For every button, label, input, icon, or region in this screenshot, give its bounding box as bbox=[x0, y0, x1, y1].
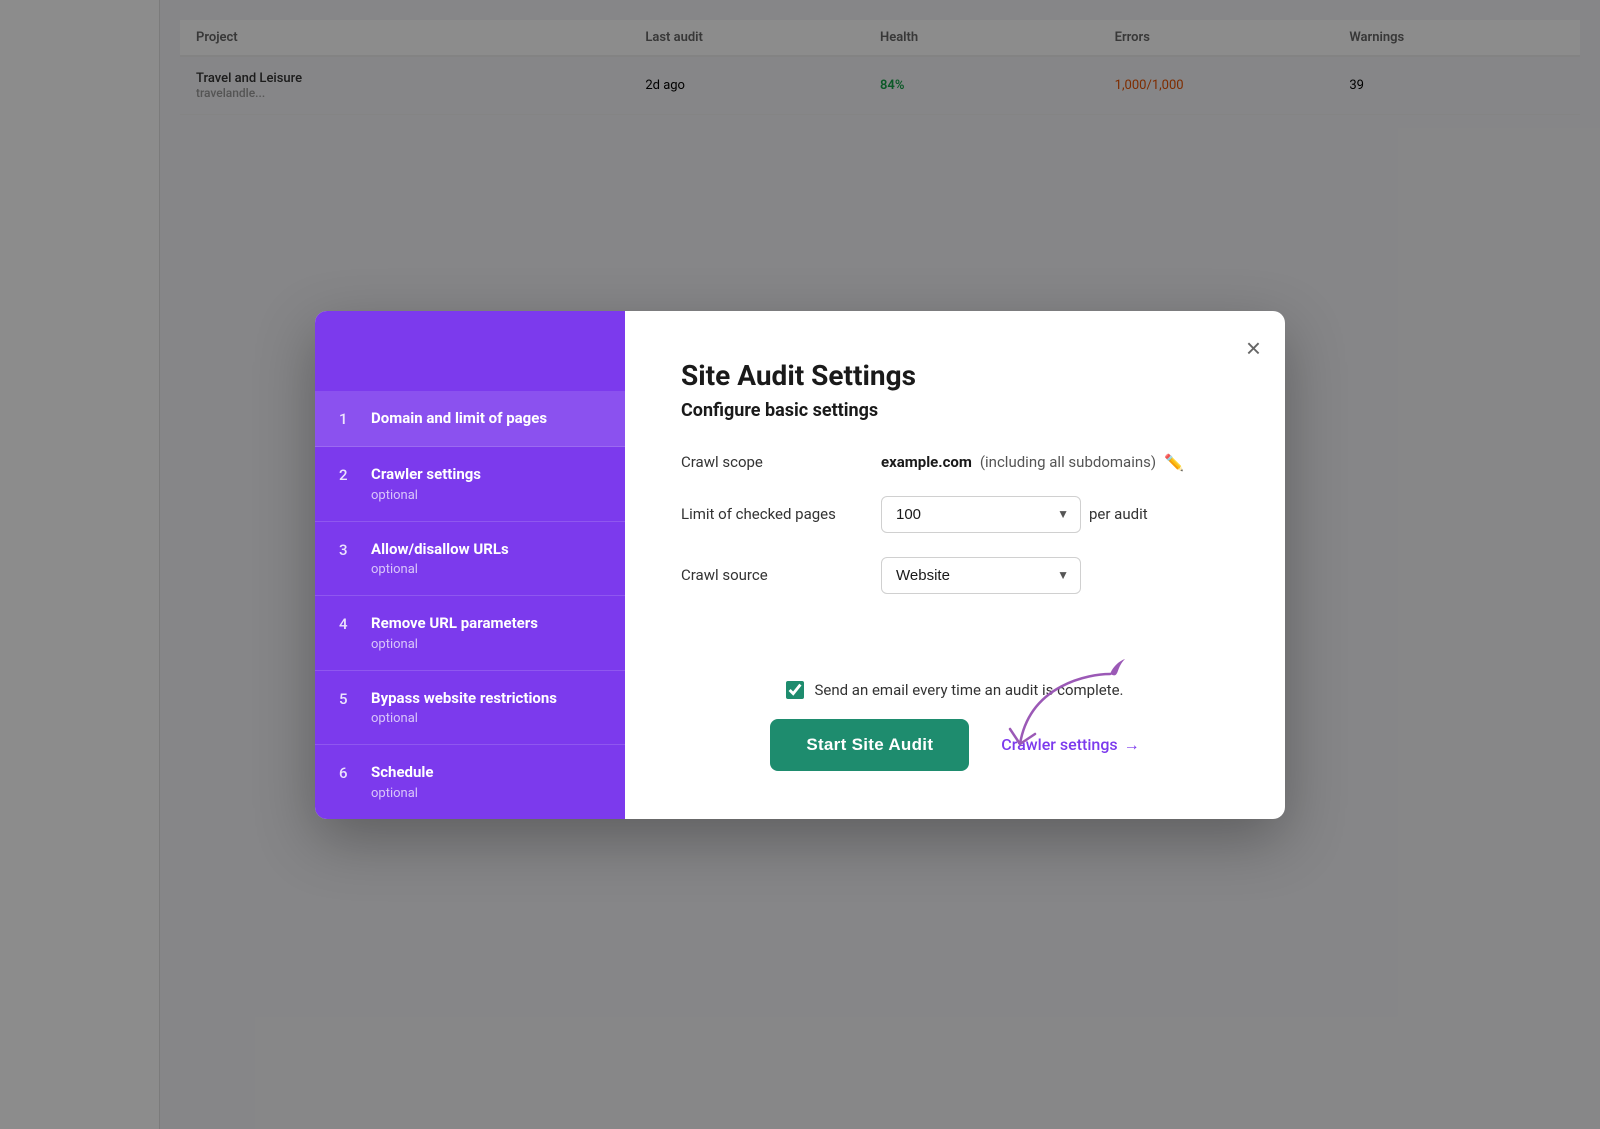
modal-subtitle: Configure basic settings bbox=[681, 400, 1229, 421]
sidebar-step-2[interactable]: 2 Crawler settings optional bbox=[315, 447, 625, 522]
modal-footer: Send an email every time an audit is com… bbox=[681, 641, 1229, 771]
limit-pages-value: 100 500 1000 5000 10000 20000 50000 1000… bbox=[881, 496, 1148, 533]
crawl-scope-label: Crawl scope bbox=[681, 453, 861, 471]
per-audit-label: per audit bbox=[1089, 505, 1148, 523]
crawl-scope-row: Crawl scope example.com (including all s… bbox=[681, 453, 1229, 472]
sidebar-step-3[interactable]: 3 Allow/disallow URLs optional bbox=[315, 522, 625, 597]
sidebar-step-4[interactable]: 4 Remove URL parameters optional bbox=[315, 596, 625, 671]
crawler-settings-link-text: Crawler settings bbox=[1001, 735, 1117, 754]
email-notification-row: Send an email every time an audit is com… bbox=[681, 681, 1229, 699]
limit-pages-label: Limit of checked pages bbox=[681, 505, 861, 523]
modal-title: Site Audit Settings bbox=[681, 359, 1229, 392]
crawl-scope-value: example.com (including all subdomains) ✏… bbox=[881, 453, 1184, 472]
site-audit-settings-modal: 1 Domain and limit of pages 2 Crawler se… bbox=[315, 311, 1285, 819]
start-site-audit-button[interactable]: Start Site Audit bbox=[770, 719, 969, 771]
crawler-settings-arrow-icon: → bbox=[1124, 735, 1140, 755]
footer-actions: Start Site Audit Crawler settings → bbox=[681, 719, 1229, 771]
limit-select[interactable]: 100 500 1000 5000 10000 20000 50000 1000… bbox=[881, 496, 1081, 533]
crawler-settings-link[interactable]: Crawler settings → bbox=[1001, 735, 1139, 755]
limit-pages-row: Limit of checked pages 100 500 1000 5000… bbox=[681, 496, 1229, 533]
email-notification-checkbox[interactable] bbox=[786, 681, 804, 699]
limit-select-wrapper: 100 500 1000 5000 10000 20000 50000 1000… bbox=[881, 496, 1081, 533]
edit-crawl-scope-icon[interactable]: ✏️ bbox=[1164, 453, 1184, 472]
sidebar-step-1[interactable]: 1 Domain and limit of pages bbox=[315, 391, 625, 448]
sidebar-step-6[interactable]: 6 Schedule optional bbox=[315, 745, 625, 819]
close-button[interactable]: × bbox=[1246, 335, 1261, 361]
modal-overlay: 1 Domain and limit of pages 2 Crawler se… bbox=[0, 0, 1600, 1129]
crawl-source-value: Website Sitemap Website and Sitemap ▼ bbox=[881, 557, 1081, 594]
crawl-source-select[interactable]: Website Sitemap Website and Sitemap bbox=[881, 557, 1081, 594]
email-notification-label: Send an email every time an audit is com… bbox=[814, 681, 1123, 699]
crawl-source-label: Crawl source bbox=[681, 566, 861, 584]
modal-sidebar: 1 Domain and limit of pages 2 Crawler se… bbox=[315, 311, 625, 819]
sidebar-step-5[interactable]: 5 Bypass website restrictions optional bbox=[315, 671, 625, 746]
crawl-scope-suffix: (including all subdomains) bbox=[980, 453, 1156, 471]
crawl-scope-domain: example.com bbox=[881, 453, 972, 471]
crawl-source-select-wrapper: Website Sitemap Website and Sitemap ▼ bbox=[881, 557, 1081, 594]
modal-main-content: × Site Audit Settings Configure basic se… bbox=[625, 311, 1285, 819]
crawl-source-row: Crawl source Website Sitemap Website and… bbox=[681, 557, 1229, 594]
